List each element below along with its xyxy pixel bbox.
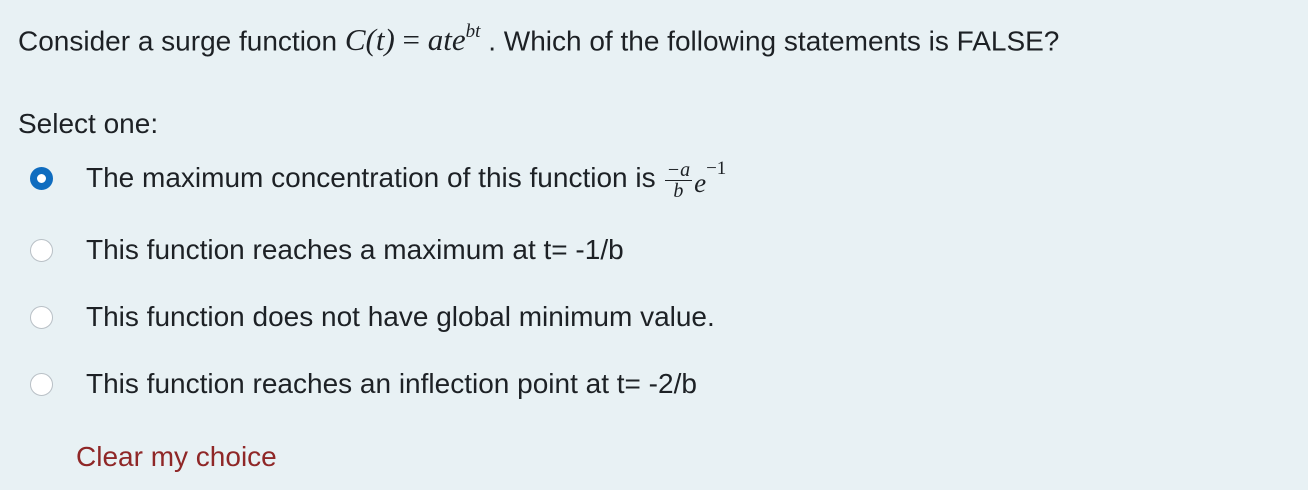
option-2-text: This function reaches a maximum at t= -1…: [86, 234, 624, 265]
option-3-text: This function does not have global minim…: [86, 301, 715, 332]
formula-lhs: C(t): [344, 22, 395, 58]
radio-button-selected[interactable]: [30, 166, 53, 190]
fraction-denominator: b: [673, 179, 684, 202]
question-ending: . Which of the following statements is F…: [480, 25, 1060, 57]
radio-button[interactable]: [30, 305, 53, 329]
fraction-numerator: −a: [664, 158, 693, 181]
fraction: −a b: [664, 158, 693, 202]
answer-option-label: The maximum concentration of this functi…: [86, 155, 726, 201]
formula-rhs: ate: [427, 22, 466, 58]
answer-option-4[interactable]: This function reaches an inflection poin…: [30, 360, 697, 408]
option-4-text: This function reaches an inflection poin…: [86, 368, 697, 399]
answer-option-1[interactable]: The maximum concentration of this functi…: [30, 154, 726, 202]
radio-button[interactable]: [30, 238, 53, 262]
exp-power: −1: [706, 158, 727, 179]
answer-option-3[interactable]: This function does not have global minim…: [30, 293, 715, 341]
clear-my-choice-link[interactable]: Clear my choice: [76, 437, 277, 477]
radio-button[interactable]: [30, 372, 53, 396]
question-text: Consider a surge function C(t) = atebt .…: [18, 12, 1059, 63]
question-intro: Consider a surge function: [18, 25, 345, 57]
exp-base: e: [694, 168, 707, 198]
question-formula: C(t) = atebt: [344, 21, 481, 58]
option-1-text: The maximum concentration of this functi…: [86, 162, 656, 193]
formula-equals: =: [394, 22, 428, 58]
formula-exponent: bt: [465, 21, 481, 42]
select-one-prompt: Select one:: [18, 108, 159, 139]
answer-option-2[interactable]: This function reaches a maximum at t= -1…: [30, 226, 624, 274]
exponential-term: e−1: [694, 157, 726, 203]
